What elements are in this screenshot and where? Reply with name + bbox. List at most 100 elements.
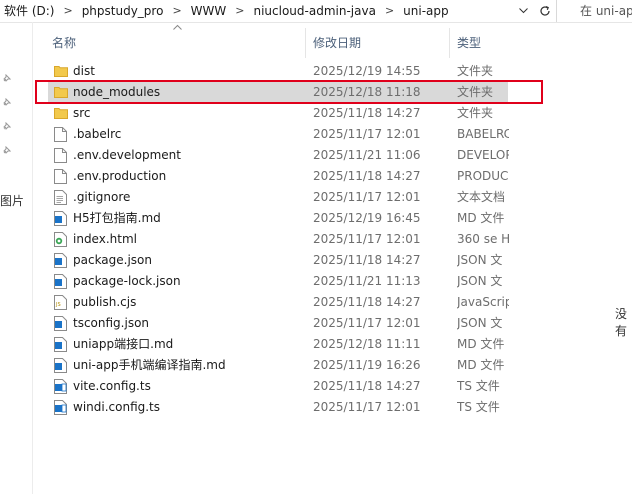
file-name[interactable]: publish.cjs [73, 292, 136, 313]
breadcrumb[interactable]: 软件 (D:) > phpstudy_pro > WWW > niucloud-… [0, 0, 557, 22]
file-name[interactable]: H5打包指南.md [73, 208, 161, 229]
sort-up-icon [173, 22, 182, 33]
file-type: MD 文件 [457, 337, 505, 351]
file-type: 文本文档 [457, 190, 506, 204]
navigation-pane[interactable]: 图片 [0, 22, 33, 494]
pin-icon[interactable] [2, 145, 12, 158]
column-header: 名称 修改日期 类型 [33, 22, 513, 60]
file-name[interactable]: src [73, 103, 91, 124]
file-type: PRODUC [457, 169, 509, 183]
breadcrumb-www[interactable]: WWW [187, 0, 231, 22]
file-date: 2025/11/17 12:01 [313, 400, 421, 414]
column-date[interactable]: 修改日期 [313, 34, 361, 51]
file-type: TS 文件 [457, 400, 500, 414]
file-name[interactable]: uni-app手机端编译指南.md [73, 355, 226, 376]
file-row[interactable]: .gitignore 2025/11/17 12:01 文本文档 [48, 187, 508, 208]
file-row[interactable]: package.json 2025/11/18 14:27 JSON 文 [48, 250, 508, 271]
file-date: 2025/11/18 14:27 [313, 253, 421, 267]
column-name[interactable]: 名称 [52, 34, 76, 51]
file-icon [54, 148, 67, 163]
file-date: 2025/11/18 14:27 [313, 379, 421, 393]
folder-icon [54, 107, 68, 119]
file-row[interactable]: package-lock.json 2025/11/21 11:13 JSON 文 [48, 271, 508, 292]
file-type: MD 文件 [457, 211, 505, 225]
pin-icon[interactable] [2, 121, 12, 134]
md-file-icon [54, 358, 67, 373]
file-name[interactable]: .env.production [73, 166, 166, 187]
file-row[interactable]: .env.development 2025/11/21 11:06 DEVELOP [48, 145, 509, 166]
file-row[interactable]: H5打包指南.md 2025/12/19 16:45 MD 文件 [48, 208, 508, 229]
file-type: DEVELOP [457, 148, 509, 162]
breadcrumb-phpstudy[interactable]: phpstudy_pro [78, 0, 168, 22]
nav-item-label[interactable]: 图片 [0, 192, 24, 209]
file-date: 2025/12/18 11:11 [313, 337, 421, 351]
file-date: 2025/11/17 12:01 [313, 190, 421, 204]
file-row[interactable]: vite.config.ts 2025/11/18 14:27 TS 文件 [48, 376, 508, 397]
refresh-icon[interactable] [536, 0, 554, 22]
file-list: dist 2025/12/19 14:55 文件夹 node_modules 2025/… [48, 61, 509, 418]
file-type: JSON 文 [457, 316, 503, 330]
breadcrumb-separator-icon[interactable]: > [58, 0, 77, 22]
file-name[interactable]: uniapp端接口.md [73, 334, 173, 355]
file-date: 2025/11/19 16:26 [313, 358, 421, 372]
json-file-icon [54, 316, 67, 331]
file-name[interactable]: .gitignore [73, 187, 130, 208]
file-date: 2025/11/18 14:27 [313, 295, 421, 309]
file-row[interactable]: uniapp端接口.md 2025/12/18 11:11 MD 文件 [48, 334, 508, 355]
search-input[interactable]: 在 uni-app [572, 0, 632, 22]
breadcrumb-separator-icon[interactable]: > [230, 0, 249, 22]
breadcrumb-niucloud[interactable]: niucloud-admin-java [249, 0, 379, 22]
column-type[interactable]: 类型 [457, 34, 481, 51]
file-type: JSON 文 [457, 274, 503, 288]
file-row[interactable]: tsconfig.json 2025/11/17 12:01 JSON 文 [48, 313, 508, 334]
file-type: MD 文件 [457, 358, 505, 372]
file-date: 2025/12/19 16:45 [313, 211, 421, 225]
breadcrumb-drive[interactable]: 软件 (D:) [0, 0, 58, 22]
column-divider[interactable] [449, 28, 450, 58]
file-date: 2025/11/18 14:27 [313, 106, 421, 120]
file-name[interactable]: index.html [73, 229, 137, 250]
file-type: 文件夹 [457, 64, 494, 78]
svg-text:JS: JS [55, 302, 61, 308]
file-type: 360 se H [457, 232, 509, 246]
file-type: 文件夹 [457, 106, 494, 120]
file-row[interactable]: JS publish.cjs 2025/11/18 14:27 JavaScrip [48, 292, 509, 313]
column-divider[interactable] [305, 28, 306, 58]
file-date: 2025/11/17 12:01 [313, 316, 421, 330]
file-row[interactable]: src 2025/11/18 14:27 文件夹 [48, 103, 508, 124]
file-row[interactable]: .env.production 2025/11/18 14:27 PRODUC [48, 166, 508, 187]
preview-pane-text: 没有 [615, 307, 628, 338]
breadcrumb-uni-app[interactable]: uni-app [399, 0, 452, 22]
breadcrumb-separator-icon[interactable]: > [380, 0, 399, 22]
pin-icon[interactable] [2, 73, 12, 86]
file-row[interactable]: uni-app手机端编译指南.md 2025/11/19 16:26 MD 文件 [48, 355, 508, 376]
folder-icon [54, 65, 68, 77]
file-type: TS 文件 [457, 379, 500, 393]
json-file-icon [54, 274, 67, 289]
file-row[interactable]: windi.config.ts 2025/11/17 12:01 TS 文件 [48, 397, 508, 418]
file-name[interactable]: vite.config.ts [73, 376, 151, 397]
file-name[interactable]: .babelrc [73, 124, 121, 145]
pin-icon[interactable] [2, 97, 12, 110]
address-bar[interactable]: 软件 (D:) > phpstudy_pro > WWW > niucloud-… [0, 0, 632, 23]
file-date: 2025/11/17 12:01 [313, 127, 421, 141]
file-row[interactable]: dist 2025/12/19 14:55 文件夹 [48, 61, 508, 82]
file-name[interactable]: package-lock.json [73, 271, 181, 292]
chevron-down-icon[interactable] [514, 0, 532, 22]
file-type: JSON 文 [457, 253, 503, 267]
md-file-icon [54, 337, 67, 352]
file-type: BABELRC [457, 127, 509, 141]
file-name[interactable]: package.json [73, 250, 152, 271]
file-name[interactable]: .env.development [73, 145, 181, 166]
explorer-window: 软件 (D:) > phpstudy_pro > WWW > niucloud-… [0, 0, 632, 494]
json-file-icon [54, 253, 67, 268]
file-icon [54, 169, 67, 184]
file-row[interactable]: index.html 2025/11/17 12:01 360 se H [48, 229, 509, 250]
file-type: JavaScrip [457, 295, 509, 309]
file-row[interactable]: .babelrc 2025/11/17 12:01 BABELRC [48, 124, 509, 145]
file-date: 2025/11/18 14:27 [313, 169, 421, 183]
breadcrumb-separator-icon[interactable]: > [167, 0, 186, 22]
file-name[interactable]: tsconfig.json [73, 313, 149, 334]
file-name[interactable]: dist [73, 61, 95, 82]
file-name[interactable]: windi.config.ts [73, 397, 160, 418]
